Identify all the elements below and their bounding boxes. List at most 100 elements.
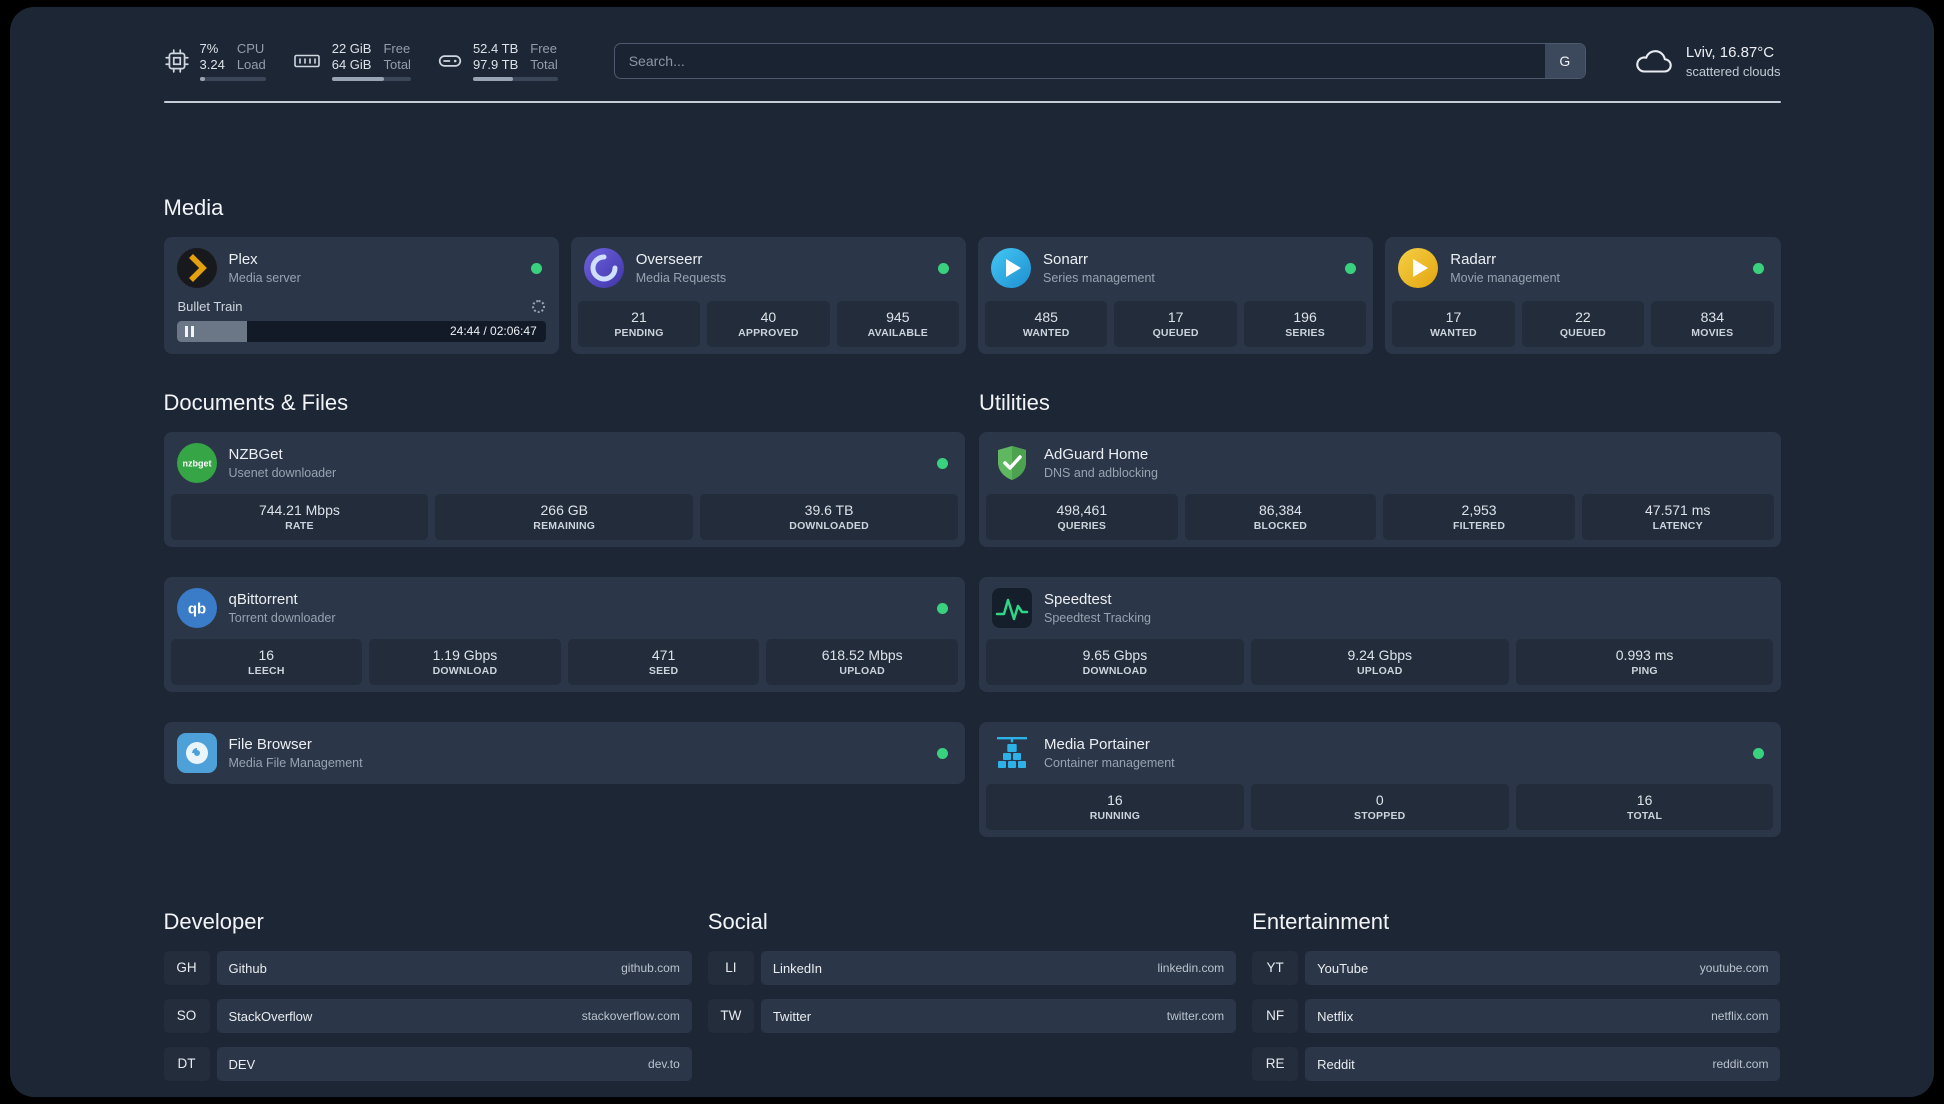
bookmark-url: youtube.com <box>1699 961 1769 975</box>
service-card-portainer[interactable]: Media Portainer Container management 16 … <box>979 722 1781 837</box>
bookmark-name: Twitter <box>772 1008 812 1024</box>
radarr-icon <box>1398 248 1439 288</box>
cpu-icon <box>164 48 190 74</box>
bookmark-twitter[interactable]: TW Twitter twitter.com <box>708 999 1237 1033</box>
cpu-stats: 7% 3.24 CPU Load <box>199 41 266 81</box>
service-name: NZBGet <box>228 446 283 463</box>
portainer-icon <box>992 733 1032 773</box>
bookmark-reddit[interactable]: RE Reddit reddit.com <box>1252 1047 1781 1081</box>
stat-wanted: 17 WANTED <box>1392 301 1515 347</box>
stat-queued: 22 QUEUED <box>1521 301 1645 347</box>
service-card-filebrowser[interactable]: File Browser Media File Management <box>163 722 965 784</box>
stat-movies: 834 MOVIES <box>1651 301 1774 347</box>
memory-widget: 22 GiB 64 GiB Free Total <box>292 41 411 81</box>
service-name: AdGuard Home <box>1044 446 1149 463</box>
bookmark-url: reddit.com <box>1712 1057 1769 1071</box>
section-title-developer: Developer <box>163 909 264 934</box>
plex-icon <box>176 248 217 288</box>
service-card-nzbget[interactable]: nzbget NZBGet Usenet downloader 744.21 M… <box>163 432 965 547</box>
stat-rate: 744.21 Mbps RATE <box>170 494 429 540</box>
filebrowser-icon <box>176 733 217 773</box>
bookmark-dev[interactable]: DT DEV dev.to <box>164 1047 692 1081</box>
bookmark-abbr: YT <box>1252 951 1298 985</box>
dashboard-content: 7% 3.24 CPU Load 22 GiB 64 GiB Free Tota… <box>163 7 1781 1097</box>
search-input[interactable] <box>614 44 1545 78</box>
service-description: Series management <box>1043 271 1155 285</box>
stat-available: 945 AVAILABLE <box>836 301 960 347</box>
nzbget-icon: nzbget <box>176 443 217 483</box>
service-card-adguard[interactable]: AdGuard Home DNS and adblocking 498,461 … <box>979 432 1781 547</box>
disk-progress-fill <box>472 77 513 81</box>
section-documents: Documents & Files nzbget NZBGet Usenet d… <box>163 390 965 784</box>
memory-free-value: 22 GiB <box>331 41 372 56</box>
bookmark-linkedin[interactable]: LI LinkedIn linkedin.com <box>708 951 1237 985</box>
stat-upload: 618.52 Mbps UPLOAD <box>766 639 958 685</box>
memory-progress-track <box>331 77 411 81</box>
bookmark-url: netflix.com <box>1711 1009 1769 1023</box>
bookmark-abbr: TW <box>708 999 754 1033</box>
bookmark-abbr: GH <box>164 951 210 985</box>
status-dot <box>937 602 948 614</box>
stat-download: 9.65 Gbps DOWNLOAD <box>986 639 1244 685</box>
service-description: Usenet downloader <box>228 466 337 480</box>
stat-latency: 47.571 ms LATENCY <box>1581 494 1774 540</box>
cpu-progress-track <box>199 77 266 81</box>
stat-running: 16 RUNNING <box>986 784 1244 830</box>
memory-total-value: 64 GiB <box>331 57 372 72</box>
section-title-social: Social <box>707 909 768 934</box>
memory-icon <box>292 49 322 73</box>
bookmark-url: twitter.com <box>1166 1009 1225 1023</box>
bookmark-abbr: LI <box>708 951 754 985</box>
service-name: qBittorrent <box>228 591 298 608</box>
service-card-radarr[interactable]: Radarr Movie management 17 WANTED 22 QUE… <box>1385 237 1781 354</box>
topbar-divider <box>163 101 1781 103</box>
service-description: Torrent downloader <box>228 611 336 625</box>
pause-icon <box>184 326 194 337</box>
bookmark-name: LinkedIn <box>772 960 822 976</box>
cpu-load-value: 3.24 <box>199 57 225 72</box>
disk-stats: 52.4 TB 97.9 TB Free Total <box>472 41 558 81</box>
service-card-qbittorrent[interactable]: qb qBittorrent Torrent downloader 16 LEE… <box>163 577 965 692</box>
dashboard-root: 7% 3.24 CPU Load 22 GiB 64 GiB Free Tota… <box>10 7 1934 1097</box>
service-name: Overseerr <box>635 251 703 268</box>
section-title-utilities: Utilities <box>979 390 1050 415</box>
section-entertainment: Entertainment YT YouTube youtube.com NF … <box>1252 909 1781 1081</box>
service-name: Media Portainer <box>1044 736 1150 753</box>
bookmark-url: stackoverflow.com <box>581 1009 680 1023</box>
bookmark-name: DEV <box>228 1056 256 1072</box>
memory-total-label: Total <box>383 57 411 72</box>
disk-icon <box>437 48 463 74</box>
memory-progress-fill <box>331 77 385 81</box>
bookmark-stackoverflow[interactable]: SO StackOverflow stackoverflow.com <box>164 999 692 1033</box>
qbittorrent-icon: qb <box>176 588 217 628</box>
gear-icon[interactable] <box>531 300 545 313</box>
service-card-sonarr[interactable]: Sonarr Series management 485 WANTED 17 Q… <box>978 237 1374 354</box>
section-media: Media Plex Media server Bullet Train 24:… <box>163 195 1781 354</box>
cloud-icon <box>1632 46 1674 76</box>
bookmark-github[interactable]: GH Github github.com <box>164 951 692 985</box>
topbar: 7% 3.24 CPU Load 22 GiB 64 GiB Free Tota… <box>164 41 1781 81</box>
service-name: Plex <box>228 251 258 268</box>
bookmark-url: linkedin.com <box>1157 961 1225 975</box>
stat-seed: 471 SEED <box>567 639 760 685</box>
svg-text:nzbget: nzbget <box>182 459 211 469</box>
search-provider-button[interactable]: G <box>1544 44 1585 78</box>
bookmark-netflix[interactable]: NF Netflix netflix.com <box>1252 999 1781 1033</box>
bookmark-name: YouTube <box>1317 960 1369 976</box>
service-card-overseerr[interactable]: Overseerr Media Requests 21 PENDING 40 A… <box>570 237 966 354</box>
bookmark-youtube[interactable]: YT YouTube youtube.com <box>1252 951 1781 985</box>
status-dot <box>937 747 948 759</box>
disk-progress-track <box>472 77 558 81</box>
weather-location: Lviv, 16.87°C <box>1685 43 1775 61</box>
disk-free-value: 52.4 TB <box>472 41 519 56</box>
stat-series: 196 SERIES <box>1243 301 1367 347</box>
stat-stopped: 0 STOPPED <box>1250 784 1509 830</box>
stat-pending: 21 PENDING <box>577 301 701 347</box>
stat-total: 16 TOTAL <box>1515 784 1774 830</box>
stat-downloaded: 39.6 TB DOWNLOADED <box>700 494 958 540</box>
service-card-speedtest[interactable]: Speedtest Speedtest Tracking 9.65 Gbps D… <box>979 577 1781 692</box>
service-description: Media server <box>228 271 301 285</box>
stat-remaining: 266 GB REMAINING <box>435 494 694 540</box>
service-card-plex[interactable]: Plex Media server Bullet Train 24:44 / 0… <box>163 237 559 354</box>
section-utilities: Utilities AdGuard Home DNS and adblockin… <box>979 390 1781 837</box>
